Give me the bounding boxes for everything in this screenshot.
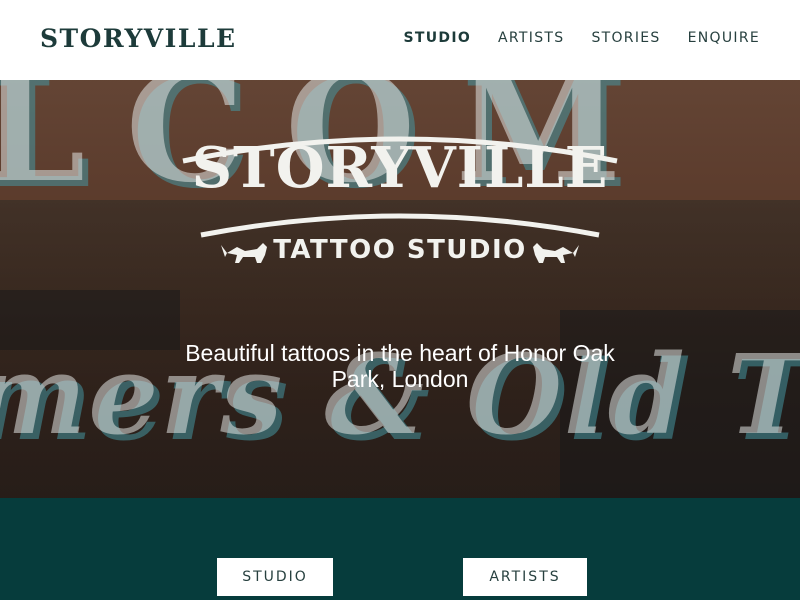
- section-links-band: STUDIO ARTISTS: [0, 498, 800, 600]
- hero-background-window: [560, 310, 800, 498]
- hero-background-window: [0, 290, 180, 350]
- main-nav: STUDIO ARTISTS STORIES ENQUIRE: [404, 30, 761, 46]
- nav-item-artists[interactable]: ARTISTS: [498, 30, 564, 46]
- hero-section: LCOM mers & Old Ta STORYVILLE TATTOO STU…: [0, 80, 800, 498]
- nav-item-enquire[interactable]: ENQUIRE: [688, 30, 760, 46]
- site-logo[interactable]: STORYVILLE: [40, 24, 237, 53]
- site-header: STORYVILLE STUDIO ARTISTS STORIES ENQUIR…: [0, 0, 800, 80]
- hero-tagline: Beautiful tattoos in the heart of Honor …: [185, 340, 615, 392]
- artists-button[interactable]: ARTISTS: [463, 558, 587, 596]
- hero-logo: STORYVILLE TATTOO STUDIO: [175, 125, 625, 275]
- nav-item-stories[interactable]: STORIES: [591, 30, 660, 46]
- nav-item-studio[interactable]: STUDIO: [404, 30, 472, 46]
- studio-button[interactable]: STUDIO: [217, 558, 333, 596]
- hero-brand-title: STORYVILLE: [191, 135, 609, 201]
- hero-brand-subtitle: TATTOO STUDIO: [273, 235, 527, 265]
